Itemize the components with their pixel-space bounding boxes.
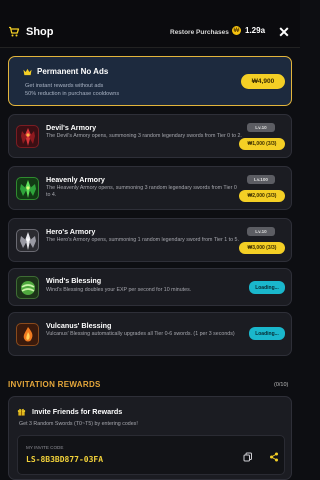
no-ads-card[interactable]: Permanent No Ads Get instant rewards wit… (8, 56, 292, 106)
cart-icon (9, 26, 20, 37)
invite-title-label: Invite Friends for Rewards (32, 407, 123, 416)
item-description: The Devil's Armory opens, summoning 3 ra… (46, 133, 242, 139)
loading-button[interactable]: Loading... (249, 327, 285, 340)
invite-title: Invite Friends for Rewards (17, 407, 122, 416)
item-name: Heavenly Armory (46, 175, 105, 184)
close-icon: ✕ (278, 23, 290, 40)
shop-panel: Permanent No Ads Get instant rewards wit… (8, 56, 292, 358)
no-ads-title: Permanent No Ads (23, 67, 108, 76)
level-requirement: Lv.100 (247, 175, 275, 184)
balance-value: 1.29a (245, 26, 266, 35)
devil-armory-icon (16, 125, 39, 148)
no-ads-desc-line-1: Get instant rewards without ads (25, 83, 104, 89)
gift-icon (17, 408, 26, 416)
item-description: Vulcanus' Blessing automatically upgrade… (46, 331, 235, 337)
item-description: The Heavenly Armory opens, summoning 3 r… (46, 185, 237, 199)
copy-icon (243, 452, 252, 462)
shop-item-devils-armory: Devil's Armory The Devil's Armory opens,… (8, 114, 292, 158)
coin-icon: ₩ (232, 26, 241, 35)
shop-title: Shop (8, 26, 54, 38)
no-ads-description: Get instant rewards without ads 50% redu… (25, 82, 215, 98)
item-name: Wind's Blessing (46, 276, 102, 285)
item-name: Devil's Armory (46, 123, 97, 132)
share-code-button[interactable] (268, 451, 280, 463)
loading-button[interactable]: Loading... (249, 281, 285, 294)
level-requirement: Lv.10 (247, 123, 275, 132)
item-name: Vulcanus' Blessing (46, 321, 112, 330)
invite-code-value: LS-8B3BD877-03FA (26, 455, 104, 464)
shop-item-heros-armory: Hero's Armory The Hero's Armory opens, s… (8, 218, 292, 262)
item-name: Hero's Armory (46, 227, 96, 236)
invite-friends-card: Invite Friends for Rewards Get 3 Random … (8, 396, 292, 480)
item-description: The Hero's Armory opens, summoning 1 ran… (46, 237, 239, 243)
item-description: Wind's Blessing doubles your EXP per sec… (46, 287, 192, 293)
invite-description: Get 3 Random Swords (T0~T5) by entering … (19, 421, 138, 427)
copy-code-button[interactable] (242, 451, 254, 463)
shop-item-heavenly-armory: Heavenly Armory The Heavenly Armory open… (8, 166, 292, 210)
no-ads-price-button[interactable]: ₩4,900 (241, 74, 285, 89)
buy-button[interactable]: ₩1,000 (3/3) (239, 138, 285, 150)
buy-button[interactable]: ₩2,000 (3/3) (239, 190, 285, 202)
invitation-count: (0/10) (274, 382, 289, 388)
invitation-rewards-header: INVITATION REWARDS (8, 380, 101, 389)
invite-code-label: MY INVITE CODE (26, 445, 64, 450)
vulcanus-blessing-icon (16, 323, 39, 346)
hero-armory-icon (16, 229, 39, 252)
no-ads-title-label: Permanent No Ads (37, 67, 109, 76)
no-ads-desc-line-2: 50% reduction in purchase cooldowns (25, 91, 120, 97)
close-button[interactable]: ✕ (276, 24, 292, 40)
shop-item-vulcanus-blessing: Vulcanus' Blessing Vulcanus' Blessing au… (8, 312, 292, 356)
buy-button[interactable]: ₩3,000 (3/3) (239, 242, 285, 254)
invite-code-box: MY INVITE CODE LS-8B3BD877-03FA (17, 435, 285, 475)
top-bar: Shop Restore Purchases ₩ 1.29a ✕ (0, 0, 300, 48)
shop-title-label: Shop (26, 26, 54, 38)
wind-blessing-icon (16, 276, 39, 299)
currency-balance: ₩ 1.29a (232, 26, 265, 35)
restore-purchases-button[interactable]: Restore Purchases (170, 29, 229, 36)
share-icon (270, 452, 278, 462)
level-requirement: Lv.10 (247, 227, 275, 236)
crown-icon (23, 68, 32, 75)
shop-item-winds-blessing: Wind's Blessing Wind's Blessing doubles … (8, 268, 292, 306)
heavenly-armory-icon (16, 177, 39, 200)
